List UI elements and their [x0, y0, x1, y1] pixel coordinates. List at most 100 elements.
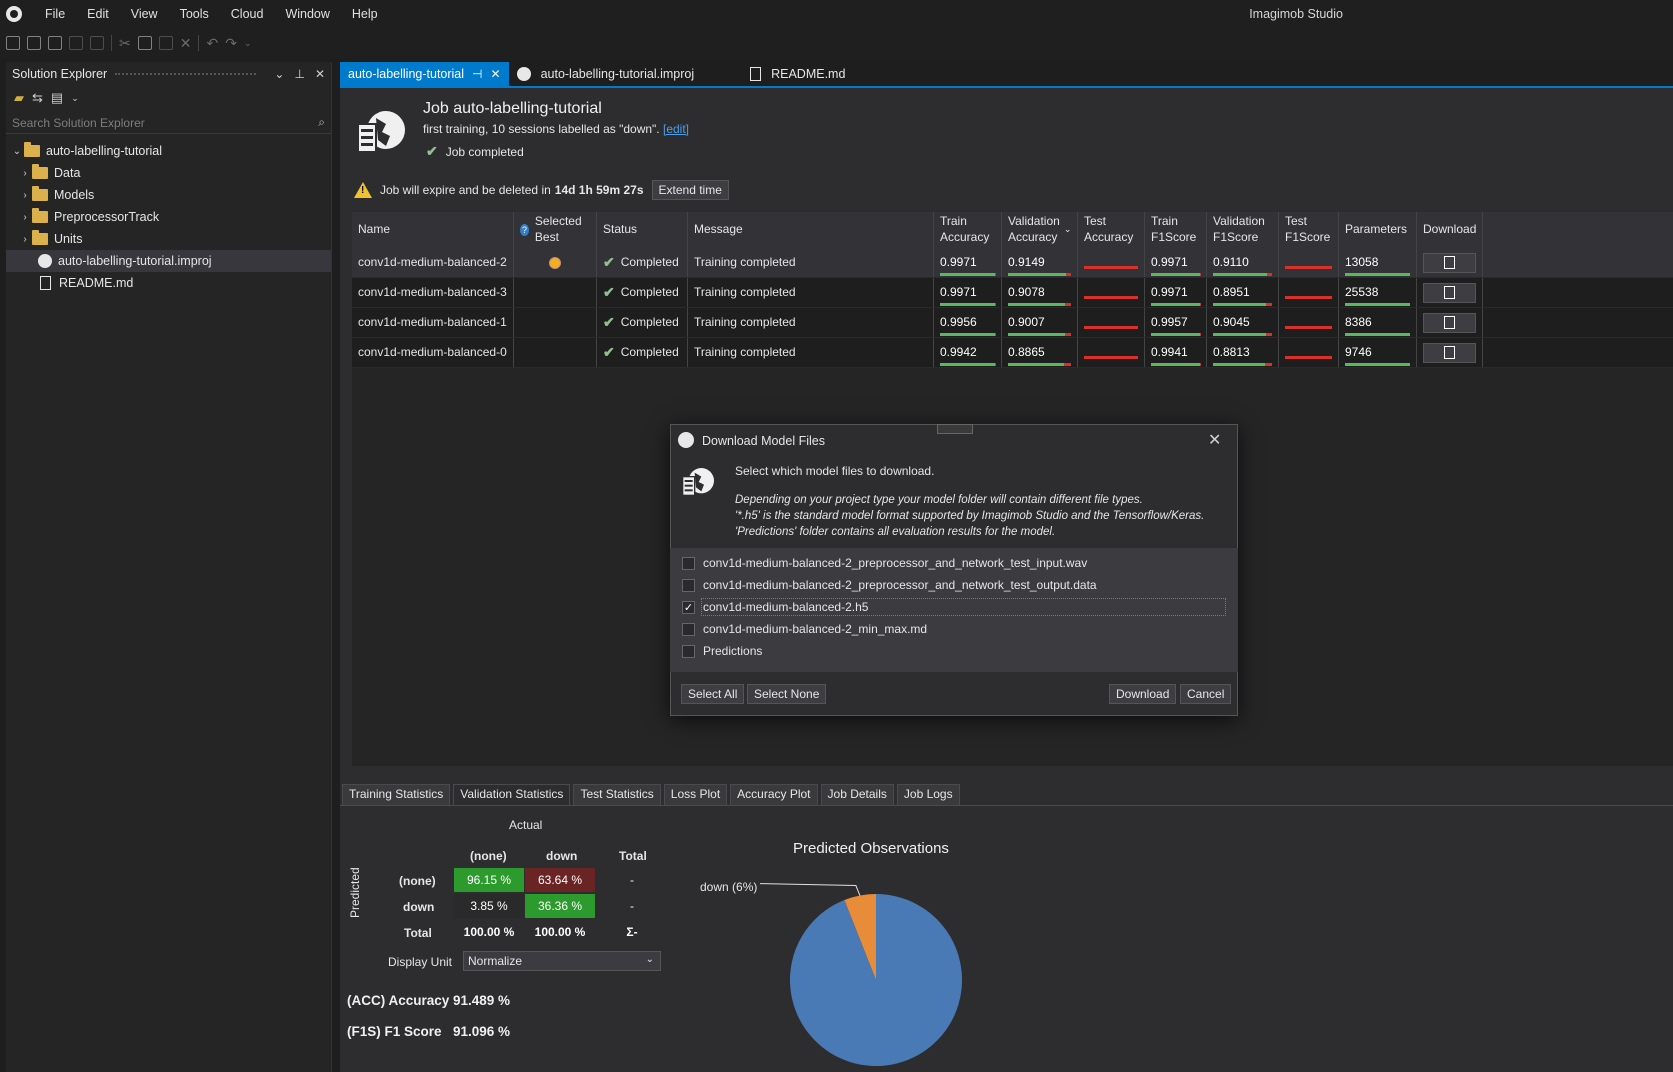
tree-item-models[interactable]: › Models — [6, 184, 331, 206]
new-solution-icon[interactable] — [6, 36, 20, 50]
file-option[interactable]: ✓ conv1d-medium-balanced-2.h5 — [670, 596, 1238, 618]
checkbox[interactable] — [682, 578, 695, 592]
chevron-right-icon[interactable]: › — [18, 234, 32, 245]
table-row[interactable]: conv1d-medium-balanced-3 ✔ Completed Traini… — [352, 278, 1673, 308]
column-header-validation-accuracy[interactable]: Validation Accuracy ⌄ — [1002, 212, 1078, 248]
copy-icon[interactable] — [137, 36, 152, 50]
dialog-drag-handle[interactable] — [937, 424, 973, 434]
menu-file[interactable]: File — [34, 7, 76, 21]
display-unit-select[interactable]: Normalize ⌄ — [463, 951, 661, 971]
tree-item-root[interactable]: ⌄ auto-labelling-tutorial — [6, 140, 331, 162]
chevron-down-icon[interactable]: ⌄ — [274, 67, 284, 81]
column-header-train-f1score[interactable]: Train F1Score — [1145, 212, 1207, 248]
tree-item-data[interactable]: › Data — [6, 162, 331, 184]
table-row[interactable]: conv1d-medium-balanced-1 ✔ Completed Traini… — [352, 308, 1673, 338]
tab-job-logs[interactable]: Job Logs — [896, 784, 960, 806]
search-input[interactable]: Search Solution Explorer — [12, 116, 145, 130]
menu-tools[interactable]: Tools — [169, 7, 220, 21]
sync-icon[interactable]: ⇆ — [32, 90, 43, 106]
column-header-status[interactable]: Status — [597, 212, 688, 248]
table-row[interactable]: conv1d-medium-balanced-2 ✔ Completed Traini… — [352, 248, 1673, 278]
save-icon[interactable] — [69, 36, 83, 50]
checkbox[interactable] — [682, 644, 695, 658]
metric-text: 0.9971 — [940, 284, 977, 299]
menu-view[interactable]: View — [120, 7, 169, 21]
checkbox[interactable] — [682, 556, 695, 570]
new-file-icon[interactable] — [48, 36, 62, 50]
paste-icon[interactable] — [158, 36, 173, 50]
extend-time-button[interactable]: Extend time — [651, 180, 729, 200]
cut-icon[interactable]: ✂ — [119, 35, 131, 52]
menu-window[interactable]: Window — [274, 7, 340, 21]
column-header-download[interactable]: Download — [1417, 212, 1483, 248]
close-icon[interactable]: ✕ — [315, 67, 325, 81]
tab-accuracy-plot[interactable]: Accuracy Plot — [730, 784, 818, 806]
column-header-parameters[interactable]: Parameters — [1339, 212, 1417, 248]
file-option[interactable]: conv1d-medium-balanced-2_min_max.md — [670, 618, 1238, 640]
chevron-down-icon: ⌄ — [645, 954, 654, 965]
search-icon[interactable]: ⌕ — [318, 115, 325, 130]
checkbox[interactable] — [682, 622, 695, 636]
tab-improj[interactable]: auto-labelling-tutorial.improj — [509, 62, 703, 86]
save-all-icon[interactable] — [90, 36, 104, 50]
download-model-button[interactable] — [1423, 252, 1476, 273]
column-header-validation-f1score[interactable]: Validation F1Score — [1207, 212, 1279, 248]
menu-cloud[interactable]: Cloud — [220, 7, 275, 21]
select-none-button[interactable]: Select None — [747, 684, 827, 704]
tab-training-statistics[interactable]: Training Statistics — [342, 784, 451, 806]
delete-icon[interactable]: ✕ — [180, 35, 192, 52]
table-row[interactable]: conv1d-medium-balanced-0 ✔ Completed Traini… — [352, 338, 1673, 368]
solution-search[interactable]: Search Solution Explorer ⌕ — [6, 112, 331, 134]
panel-grip[interactable] — [115, 73, 257, 75]
tab-validation-statistics[interactable]: Validation Statistics — [453, 784, 571, 806]
pin-icon[interactable]: ⊥ — [294, 67, 304, 81]
tree-item-preprocessortrack[interactable]: › PreprocessorTrack — [6, 206, 331, 228]
menu-help[interactable]: Help — [341, 7, 389, 21]
close-icon[interactable]: ✕ — [491, 67, 501, 81]
chart-title: Predicted Observations — [793, 840, 949, 857]
download-button[interactable]: Download — [1109, 684, 1177, 704]
tab-test-statistics[interactable]: Test Statistics — [573, 784, 661, 806]
cancel-button[interactable]: Cancel — [1180, 684, 1232, 704]
tab-job[interactable]: auto-labelling-tutorial ⊣ ✕ — [340, 62, 509, 86]
metric-bar — [1151, 273, 1200, 277]
column-header-test-f1score[interactable]: Test F1Score — [1279, 212, 1339, 248]
file-option[interactable]: conv1d-medium-balanced-2_preprocessor_an… — [670, 574, 1238, 596]
toolbar-overflow-icon[interactable]: ⌄ — [71, 93, 79, 104]
chevron-right-icon[interactable]: › — [18, 190, 32, 201]
metric-bar — [1345, 273, 1410, 277]
download-model-button[interactable] — [1423, 282, 1476, 303]
tab-loss-plot[interactable]: Loss Plot — [663, 784, 728, 806]
chevron-right-icon[interactable]: › — [18, 212, 32, 223]
help-icon[interactable]: ? — [520, 224, 529, 236]
select-all-button[interactable]: Select All — [681, 684, 745, 704]
tree-item-units[interactable]: › Units — [6, 228, 331, 250]
checkbox-checked[interactable]: ✓ — [682, 600, 695, 614]
tab-job-details[interactable]: Job Details — [820, 784, 894, 806]
tab-readme[interactable]: README.md — [702, 62, 853, 86]
pin-icon[interactable]: ⊣ — [472, 67, 482, 81]
open-folder-icon[interactable]: ▰ — [14, 90, 24, 106]
row-header-down: down — [403, 900, 435, 914]
download-model-button[interactable] — [1423, 342, 1476, 363]
column-header-selected-best[interactable]: ? Selected Best — [514, 212, 597, 248]
column-header-train-accuracy[interactable]: Train Accuracy — [934, 212, 1002, 248]
new-project-icon[interactable] — [27, 36, 41, 50]
file-option[interactable]: Predictions — [670, 640, 1238, 662]
column-header-message[interactable]: Message — [688, 212, 934, 248]
redo-icon[interactable]: ↷ — [225, 35, 237, 52]
chevron-right-icon[interactable]: › — [18, 168, 32, 179]
close-icon[interactable]: ✕ — [1208, 430, 1221, 450]
undo-icon[interactable]: ↶ — [206, 35, 218, 52]
edit-link[interactable]: [edit] — [663, 122, 689, 136]
chevron-down-icon[interactable]: ⌄ — [10, 146, 24, 157]
column-header-name[interactable]: Name — [352, 212, 514, 248]
tree-item-readme[interactable]: README.md — [6, 272, 331, 294]
toolbar-overflow-icon[interactable]: ⌄ — [244, 38, 252, 49]
tree-item-improj[interactable]: auto-labelling-tutorial.improj — [6, 250, 331, 272]
file-option[interactable]: conv1d-medium-balanced-2_preprocessor_an… — [670, 552, 1238, 574]
download-model-button[interactable] — [1423, 312, 1476, 333]
collapse-all-icon[interactable]: ▤ — [51, 90, 63, 106]
menu-edit[interactable]: Edit — [76, 7, 120, 21]
column-header-test-accuracy[interactable]: Test Accuracy — [1078, 212, 1145, 248]
